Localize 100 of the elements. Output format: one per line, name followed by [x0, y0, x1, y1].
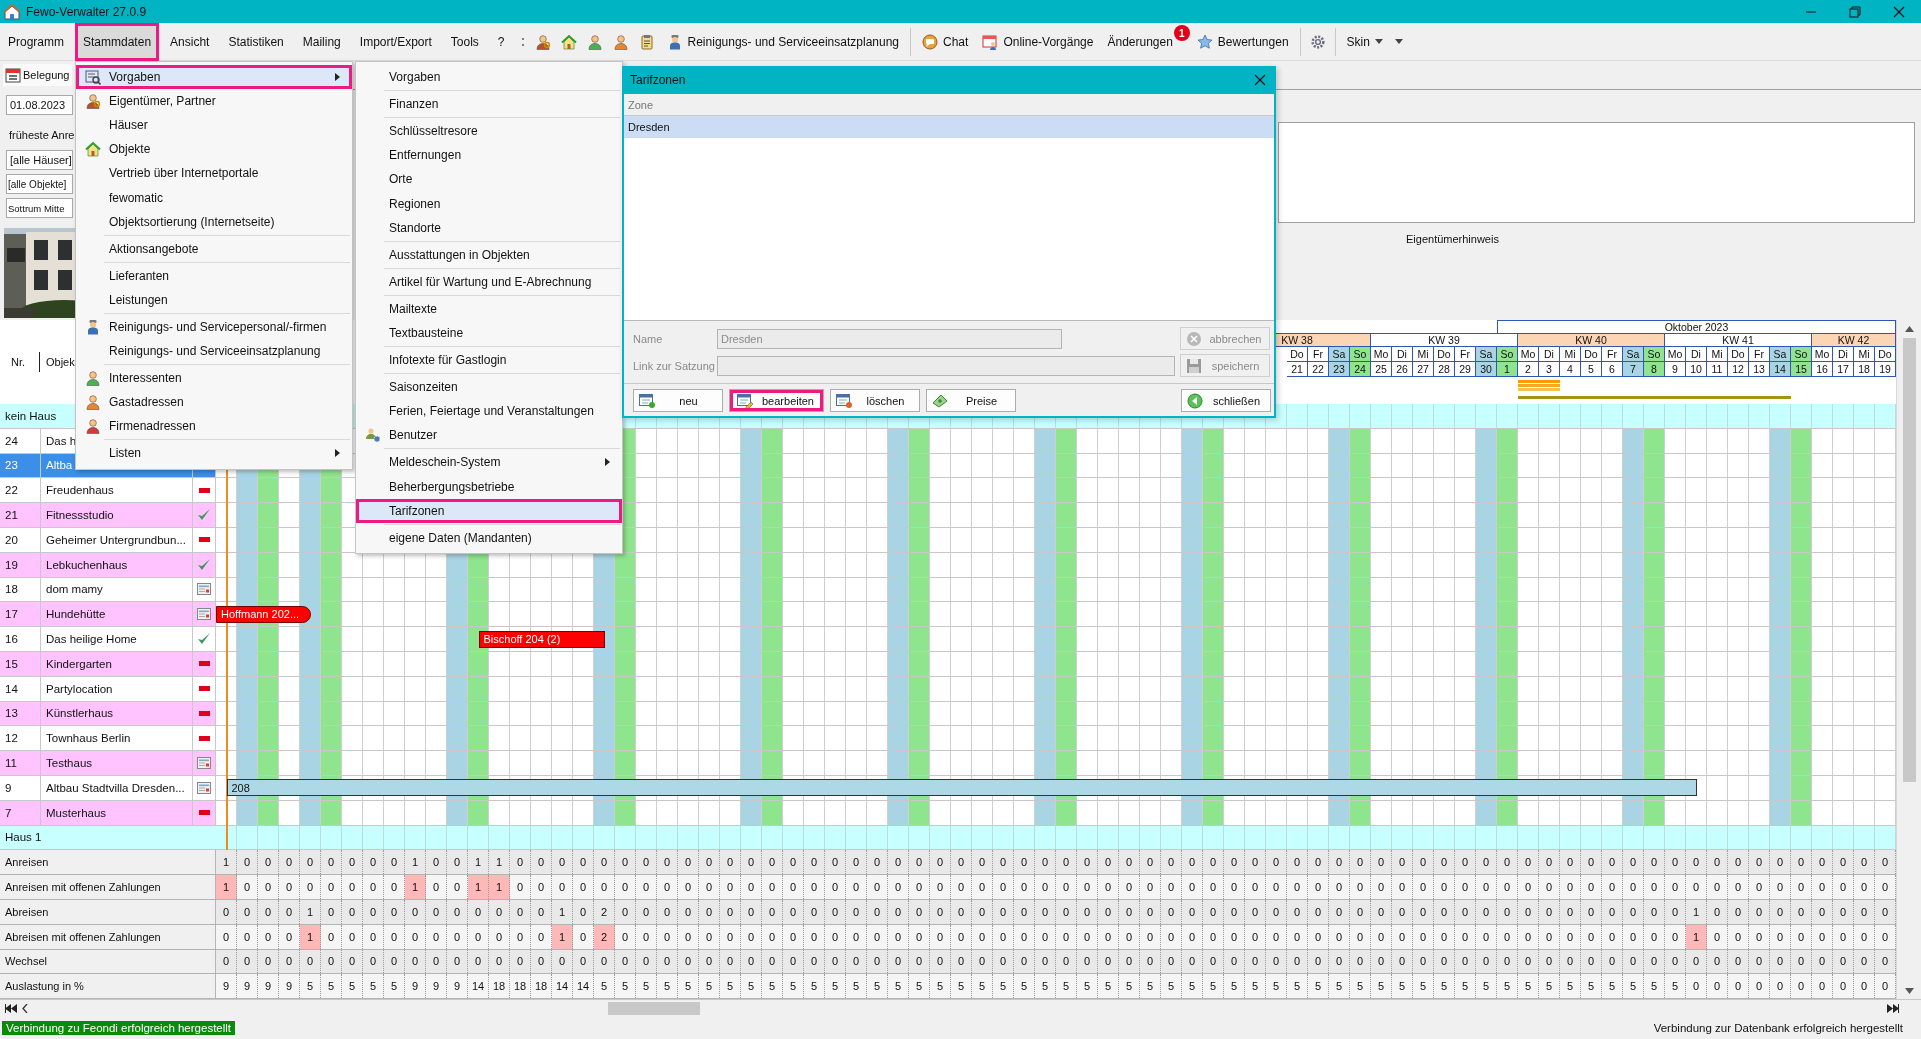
- menu-item[interactable]: Standorte: [356, 215, 622, 240]
- toolbar-button[interactable]: Online-Vorgänge: [975, 27, 1101, 56]
- menu-item[interactable]: fewomatic: [76, 185, 352, 210]
- menu-item[interactable]: Reinigungs- und Servicepersonal/-firmen: [76, 314, 352, 340]
- previous-icon[interactable]: [22, 1004, 28, 1014]
- close-icon[interactable]: [1254, 74, 1266, 86]
- menu-item[interactable]: eigene Daten (Mandanten): [356, 525, 622, 550]
- dialog-button[interactable]: Preise: [926, 389, 1016, 412]
- table-cell: 0: [909, 924, 930, 949]
- restore-icon[interactable]: [1849, 5, 1861, 18]
- caret-icon[interactable]: [1394, 39, 1403, 44]
- column-header[interactable]: Zone: [624, 94, 1274, 116]
- toolbar-button[interactable]: Reinigungs- und Serviceeinsatzplanung: [659, 27, 906, 56]
- date-field[interactable]: 01.08.2023: [6, 95, 73, 115]
- settings-icon[interactable]: [1309, 33, 1326, 50]
- menu-item[interactable]: Beherbergungsbetriebe: [356, 474, 622, 499]
- menu-item[interactable]: Vorgaben: [356, 65, 622, 90]
- toolbar-button[interactable]: Änderungen: [1100, 27, 1174, 56]
- menu-item[interactable]: Gastadressen: [76, 390, 352, 415]
- toolbar-button[interactable]: Chat: [915, 27, 976, 56]
- clipboard-icon[interactable]: [638, 33, 655, 50]
- menu-item[interactable]: Vertrieb über Internetportale: [76, 161, 352, 186]
- last-page-icon[interactable]: [1887, 1004, 1899, 1014]
- table-cell: 0: [237, 924, 258, 949]
- table-cell: 0: [258, 850, 279, 875]
- scrollbar-thumb[interactable]: [1902, 338, 1916, 782]
- table-cell: 0: [1350, 924, 1371, 949]
- menu-item[interactable]: Häuser: [76, 113, 352, 138]
- scrollbar-thumb[interactable]: [608, 1002, 700, 1016]
- menu-item[interactable]: Programm: [0, 22, 72, 61]
- table-cell: 0: [1476, 850, 1497, 875]
- weekday-header: Mo: [1665, 347, 1686, 362]
- column-header[interactable]: Nr.: [0, 352, 40, 372]
- menu-item[interactable]: Tarifzonen: [356, 498, 622, 523]
- booking-bar[interactable]: Hoffmann 202...: [216, 605, 311, 623]
- menu-item[interactable]: Meldeschein-System: [356, 450, 622, 475]
- booking-bar[interactable]: Bischoff 204 (2): [478, 630, 605, 648]
- tab[interactable]: Belegung: [3, 64, 72, 86]
- dialog-button[interactable]: bearbeiten: [729, 389, 824, 412]
- table-cell: 0: [1035, 949, 1056, 974]
- menu-item[interactable]: Mailtexte: [356, 296, 622, 321]
- menu-item[interactable]: Ansicht: [162, 22, 218, 61]
- menu-item[interactable]: Interessenten: [76, 366, 352, 391]
- filter-field[interactable]: [alle Objekte]: [6, 174, 73, 194]
- scroll-up-icon[interactable]: [1904, 326, 1914, 332]
- house-icon[interactable]: [560, 33, 577, 50]
- table-cell: 0: [1812, 875, 1833, 899]
- menu-item[interactable]: ?: [489, 22, 513, 61]
- filter-field[interactable]: Sottrum Mitte: [6, 198, 73, 218]
- menu-item[interactable]: Leistungen: [76, 287, 352, 312]
- menu-item[interactable]: Reinigungs- und Serviceeinsatzplanung: [76, 339, 352, 364]
- person-icon[interactable]: [586, 33, 603, 50]
- person-icon[interactable]: [612, 33, 629, 50]
- menu-item[interactable]: Saisonzeiten: [356, 375, 622, 400]
- table-cell: 0: [741, 875, 762, 899]
- table-cell: 0: [1182, 900, 1203, 924]
- menu-item[interactable]: Objektsortierung (Internetseite): [76, 209, 352, 234]
- menu-item[interactable]: Infotexte für Gastlogin: [356, 348, 622, 373]
- menu-item[interactable]: Artikel für Wartung und E-Abrechnung: [356, 269, 622, 294]
- column-header[interactable]: Objek: [40, 352, 75, 372]
- table-cell: 5: [699, 974, 720, 999]
- menu-item[interactable]: Stammdaten: [75, 22, 160, 61]
- person-key-icon[interactable]: [534, 33, 551, 50]
- menu-item[interactable]: Ferien, Feiertage und Veranstaltungen: [356, 399, 622, 424]
- table-cell: 0: [1833, 900, 1854, 924]
- menu-item[interactable]: Ausstattungen in Objekten: [356, 242, 622, 267]
- menu-item[interactable]: Orte: [356, 167, 622, 192]
- menu-item[interactable]: Tools: [442, 22, 487, 61]
- table-cell: 1: [405, 850, 426, 875]
- dialog-button[interactable]: löschen: [830, 389, 920, 412]
- menu-item[interactable]: Mailing: [294, 22, 349, 61]
- table-cell: Künstlerhaus: [41, 701, 193, 726]
- menu-item[interactable]: Statistiken: [220, 22, 292, 61]
- dialog-button[interactable]: schließen: [1181, 389, 1271, 412]
- dialog-button[interactable]: neu: [633, 389, 723, 412]
- menu-item[interactable]: Vorgaben: [76, 65, 352, 90]
- toolbar-button[interactable]: Bewertungen: [1189, 27, 1296, 56]
- scroll-down-icon[interactable]: [1904, 988, 1914, 994]
- menu-item[interactable]: Eigentümer, Partner: [76, 89, 352, 114]
- table-cell: 0: [888, 900, 909, 924]
- toolbar-button[interactable]: Skin: [1339, 27, 1390, 56]
- filter-field[interactable]: [alle Häuser]: [6, 150, 73, 170]
- menu-item[interactable]: Schlüsseltresore: [356, 119, 622, 144]
- table-cell: 0: [1644, 850, 1665, 875]
- menu-item[interactable]: Aktionsangebote: [76, 236, 352, 261]
- menu-item[interactable]: Entfernungen: [356, 143, 622, 168]
- note-field[interactable]: [1278, 122, 1915, 223]
- menu-item[interactable]: Regionen: [356, 191, 622, 216]
- menu-item[interactable]: Benutzer: [356, 423, 622, 448]
- menu-item[interactable]: Import/Export: [351, 22, 440, 61]
- first-page-icon[interactable]: [5, 1004, 17, 1014]
- table-cell: 14: [573, 974, 594, 999]
- list-item[interactable]: Dresden: [624, 116, 1274, 138]
- menu-item[interactable]: Finanzen: [356, 92, 622, 117]
- menu-item[interactable]: Lieferanten: [76, 263, 352, 288]
- table-cell: 0: [615, 924, 636, 949]
- menu-item[interactable]: Objekte: [76, 137, 352, 162]
- menu-item[interactable]: Textbausteine: [356, 320, 622, 346]
- booking-bar[interactable]: 208: [226, 779, 1697, 797]
- close-icon[interactable]: [1893, 5, 1905, 18]
